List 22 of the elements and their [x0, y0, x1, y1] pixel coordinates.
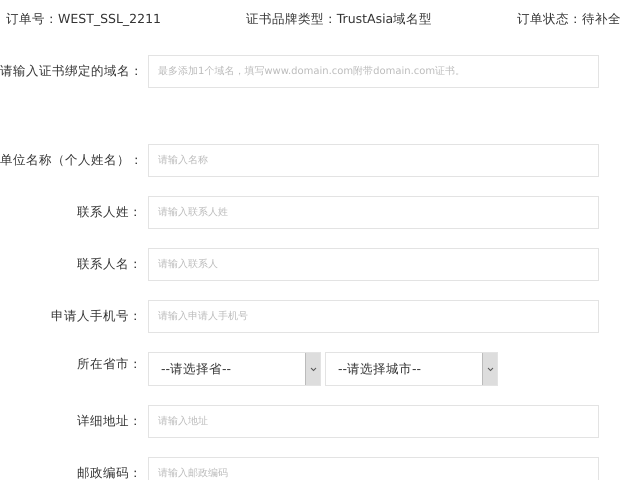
order-info: 订单状态：待补全: [517, 10, 621, 28]
input-field[interactable]: 请输入联系人姓: [148, 196, 599, 229]
input-field[interactable]: 请输入地址: [148, 405, 599, 438]
input-field[interactable]: 请输入邮政编码: [148, 457, 599, 480]
field-label: 邮政编码：: [76, 465, 143, 480]
field-label: 联系人姓：: [76, 204, 143, 221]
input-field[interactable]: 请输入名称: [148, 144, 599, 177]
input-field[interactable]: 请输入申请人手机号: [148, 300, 599, 333]
input-field[interactable]: 最多添加1个域名，填写www.domain.com附带domain.com证书。: [148, 55, 599, 88]
field-label: 详细地址：: [76, 413, 143, 430]
input-field[interactable]: 请输入联系人: [148, 248, 599, 281]
order-info: 证书品牌类型：TrustAsia域名型: [246, 10, 432, 28]
chevron-down-icon: [486, 366, 494, 372]
field-label: 所在省市：: [76, 355, 143, 373]
order-info: 订单号：WEST_SSL_2211: [6, 10, 161, 28]
field-label: 申请人手机号：: [50, 308, 143, 325]
dropdown[interactable]: --请选择城市--: [325, 352, 498, 386]
field-label: 联系人名：: [76, 256, 143, 273]
dropdown[interactable]: --请选择省--: [148, 352, 321, 386]
chevron-down-icon: [310, 366, 316, 372]
field-label: 单位名称（个人姓名）：: [0, 152, 144, 169]
field-label: 请输入证书绑定的域名：: [0, 63, 144, 80]
